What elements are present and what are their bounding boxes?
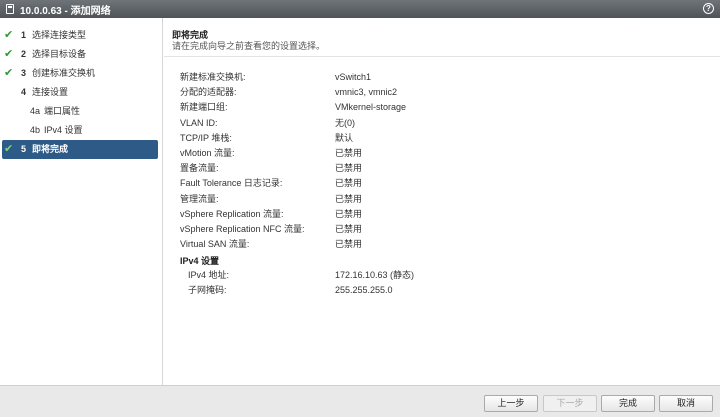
summary-key: 管理流量: xyxy=(180,193,219,204)
check-icon: ✔ xyxy=(4,29,14,41)
wizard-steps-sidebar: ✔ 1 选择连接类型 ✔ 2 选择目标设备 ✔ 3 创建标准交换机 4 连接设置… xyxy=(0,18,163,385)
step-ready-to-complete[interactable]: ✔ 5 即将完成 xyxy=(2,140,158,159)
step-create-standard-switch[interactable]: ✔ 3 创建标准交换机 xyxy=(0,64,158,83)
settings-summary: 新建标准交换机: vSwitch1 分配的适配器: vmnic3, vmnic2… xyxy=(180,70,700,252)
check-icon: ✔ xyxy=(4,48,14,60)
summary-row: IPv4 地址: 172.16.10.63 (静态) xyxy=(188,268,688,283)
step-label: 创建标准交换机 xyxy=(32,68,96,78)
summary-key: vSphere Replication 流量: xyxy=(180,208,284,219)
ipv4-summary: IPv4 地址: 172.16.10.63 (静态) 子网掩码: 255.255… xyxy=(188,268,688,298)
back-button[interactable]: 上一步 xyxy=(484,395,538,412)
summary-row: 新建标准交换机: vSwitch1 xyxy=(180,70,700,85)
step-label: IPv4 设置 xyxy=(44,125,83,135)
summary-row: 子网掩码: 255.255.255.0 xyxy=(188,283,688,298)
page-subtitle: 请在完成向导之前查看您的设置选择。 xyxy=(172,41,326,51)
summary-value: 已禁用 xyxy=(335,208,363,219)
step-number: 4 xyxy=(21,87,27,97)
next-button[interactable]: 下一步 xyxy=(543,395,597,412)
summary-value: 默认 xyxy=(335,132,354,143)
summary-row: 管理流量: 已禁用 xyxy=(180,192,700,207)
summary-key: 分配的适配器: xyxy=(180,87,237,98)
step-number: 5 xyxy=(21,144,27,154)
step-label: 选择连接类型 xyxy=(32,30,87,40)
summary-value: vSwitch1 xyxy=(335,72,372,82)
summary-key: VLAN ID: xyxy=(180,117,218,128)
step-number: 3 xyxy=(21,68,27,78)
finish-button[interactable]: 完成 xyxy=(601,395,655,412)
summary-panel: 即将完成 请在完成向导之前查看您的设置选择。 新建标准交换机: vSwitch1… xyxy=(164,18,720,385)
summary-row: 新建端口组: VMkernel-storage xyxy=(180,100,700,115)
check-icon: ✔ xyxy=(4,143,14,155)
summary-value: 无(0) xyxy=(335,117,355,128)
summary-key: vSphere Replication NFC 流量: xyxy=(180,223,305,234)
summary-key: IPv4 地址: xyxy=(188,270,230,280)
summary-row: Fault Tolerance 日志记录: 已禁用 xyxy=(180,176,700,191)
step-ipv4-settings[interactable]: 4b IPv4 设置 xyxy=(0,121,158,140)
summary-row: VLAN ID: 无(0) xyxy=(180,116,700,131)
summary-value: 172.16.10.63 (静态) xyxy=(335,270,415,280)
summary-key: 置备流量: xyxy=(180,163,219,174)
summary-key: Fault Tolerance 日志记录: xyxy=(180,178,283,189)
summary-value: VMkernel-storage xyxy=(335,102,407,113)
summary-key: 新建端口组: xyxy=(180,102,228,113)
summary-value: vmnic3, vmnic2 xyxy=(335,87,398,98)
step-number: 4a xyxy=(30,106,41,116)
divider xyxy=(164,56,720,57)
window-titlebar: 10.0.0.63 - 添加网络 ? xyxy=(0,0,720,18)
summary-row: 分配的适配器: vmnic3, vmnic2 xyxy=(180,85,700,100)
summary-value: 255.255.255.0 xyxy=(335,285,393,296)
summary-row: 置备流量: 已禁用 xyxy=(180,161,700,176)
step-label: 连接设置 xyxy=(32,87,69,97)
summary-value: 已禁用 xyxy=(335,239,363,250)
window-title: 10.0.0.63 - 添加网络 xyxy=(20,5,111,17)
summary-key: Virtual SAN 流量: xyxy=(180,239,250,250)
step-connection-settings[interactable]: 4 连接设置 xyxy=(0,83,158,102)
step-label: 端口属性 xyxy=(44,106,81,116)
step-select-target-device[interactable]: ✔ 2 选择目标设备 xyxy=(0,45,158,64)
cancel-button[interactable]: 取消 xyxy=(659,395,713,412)
summary-value: 已禁用 xyxy=(335,147,363,158)
check-icon: ✔ xyxy=(4,67,14,79)
summary-row: vSphere Replication NFC 流量: 已禁用 xyxy=(180,222,700,237)
summary-row: vSphere Replication 流量: 已禁用 xyxy=(180,207,700,222)
step-label: 即将完成 xyxy=(32,144,69,154)
step-number: 2 xyxy=(21,49,27,59)
wizard-footer: 上一步 下一步 完成 取消 xyxy=(0,385,720,417)
summary-value: 已禁用 xyxy=(335,193,363,204)
step-port-properties[interactable]: 4a 端口属性 xyxy=(0,102,158,121)
summary-value: 已禁用 xyxy=(335,163,363,174)
step-label: 选择目标设备 xyxy=(32,49,87,59)
ipv4-section-title: IPv4 设置 xyxy=(180,256,220,266)
help-icon[interactable]: ? xyxy=(703,3,714,14)
summary-key: vMotion 流量: xyxy=(180,147,235,158)
summary-value: 已禁用 xyxy=(335,178,363,189)
summary-row: Virtual SAN 流量: 已禁用 xyxy=(180,237,700,252)
summary-key: 子网掩码: xyxy=(188,285,227,296)
summary-key: 新建标准交换机: xyxy=(180,72,246,82)
host-icon xyxy=(6,4,14,14)
summary-row: vMotion 流量: 已禁用 xyxy=(180,146,700,161)
step-number: 1 xyxy=(21,30,27,40)
summary-row: TCP/IP 堆栈: 默认 xyxy=(180,131,700,146)
step-number: 4b xyxy=(30,125,41,135)
step-select-connection-type[interactable]: ✔ 1 选择连接类型 xyxy=(0,26,158,45)
summary-value: 已禁用 xyxy=(335,223,363,234)
summary-key: TCP/IP 堆栈: xyxy=(180,132,232,143)
